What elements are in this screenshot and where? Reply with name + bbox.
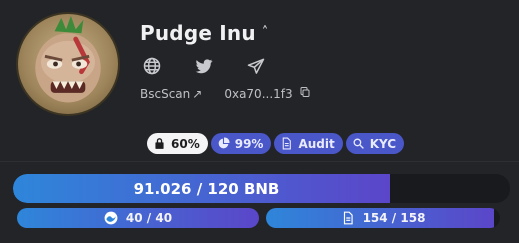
raise-progress-bar: 91.026 / 120 BNB <box>13 174 510 203</box>
liquidity-lock-badge[interactable]: 60% <box>147 133 208 154</box>
badges-row: 60% 99% Audit KYC <box>147 133 405 154</box>
participants-stat: 40 / 40 <box>17 208 259 228</box>
search-icon <box>353 138 364 149</box>
kyc-badge[interactable]: KYC <box>345 133 405 154</box>
address-text: 0xa70...1f3 <box>224 86 293 101</box>
contract-address: 0xa70...1f3 <box>224 86 310 101</box>
token-name: Pudge Inu <box>140 21 256 45</box>
social-links <box>141 55 267 77</box>
divider <box>0 161 519 162</box>
lock-percent: 60% <box>171 136 200 151</box>
lock-icon <box>155 138 164 149</box>
globe-icon[interactable] <box>141 55 163 77</box>
telegram-icon[interactable] <box>245 55 267 77</box>
pie-chart-icon <box>218 137 230 149</box>
title-row: Pudge Inu ˄ <box>140 21 268 45</box>
tokenomics-percent: 99% <box>234 136 264 151</box>
whitelist-stat: 154 / 158 <box>266 208 500 228</box>
token-links: BscScan ↗ 0xa70...1f3 <box>140 86 311 101</box>
kyc-label: KYC <box>369 136 397 151</box>
twitter-icon[interactable] <box>193 55 215 77</box>
bscscan-label: BscScan <box>140 86 191 101</box>
whitelist-label: 154 / 158 <box>362 211 426 225</box>
external-link-icon: ↗ <box>192 86 203 101</box>
raise-progress-label: 91.026 / 120 BNB <box>133 179 280 198</box>
copy-icon[interactable] <box>299 86 311 101</box>
token-card: Pudge Inu ˄ BscScan ↗ 0xa70...1f3 60% 99… <box>0 0 519 243</box>
bscscan-link[interactable]: BscScan ↗ <box>140 87 202 101</box>
chevron-up-icon[interactable]: ˄ <box>262 25 269 40</box>
document-icon <box>343 211 353 225</box>
participants-progress-bar: 40 / 40 <box>17 208 259 228</box>
whitelist-progress-bar: 154 / 158 <box>266 208 500 228</box>
tokenomics-badge[interactable]: 99% <box>210 133 272 154</box>
audit-badge[interactable]: Audit <box>274 133 343 154</box>
audit-label: Audit <box>298 136 335 151</box>
document-icon <box>283 137 292 150</box>
token-avatar <box>16 12 120 116</box>
pudge-avatar-icon <box>35 15 101 103</box>
wave-icon <box>104 211 118 225</box>
participants-label: 40 / 40 <box>125 211 173 225</box>
